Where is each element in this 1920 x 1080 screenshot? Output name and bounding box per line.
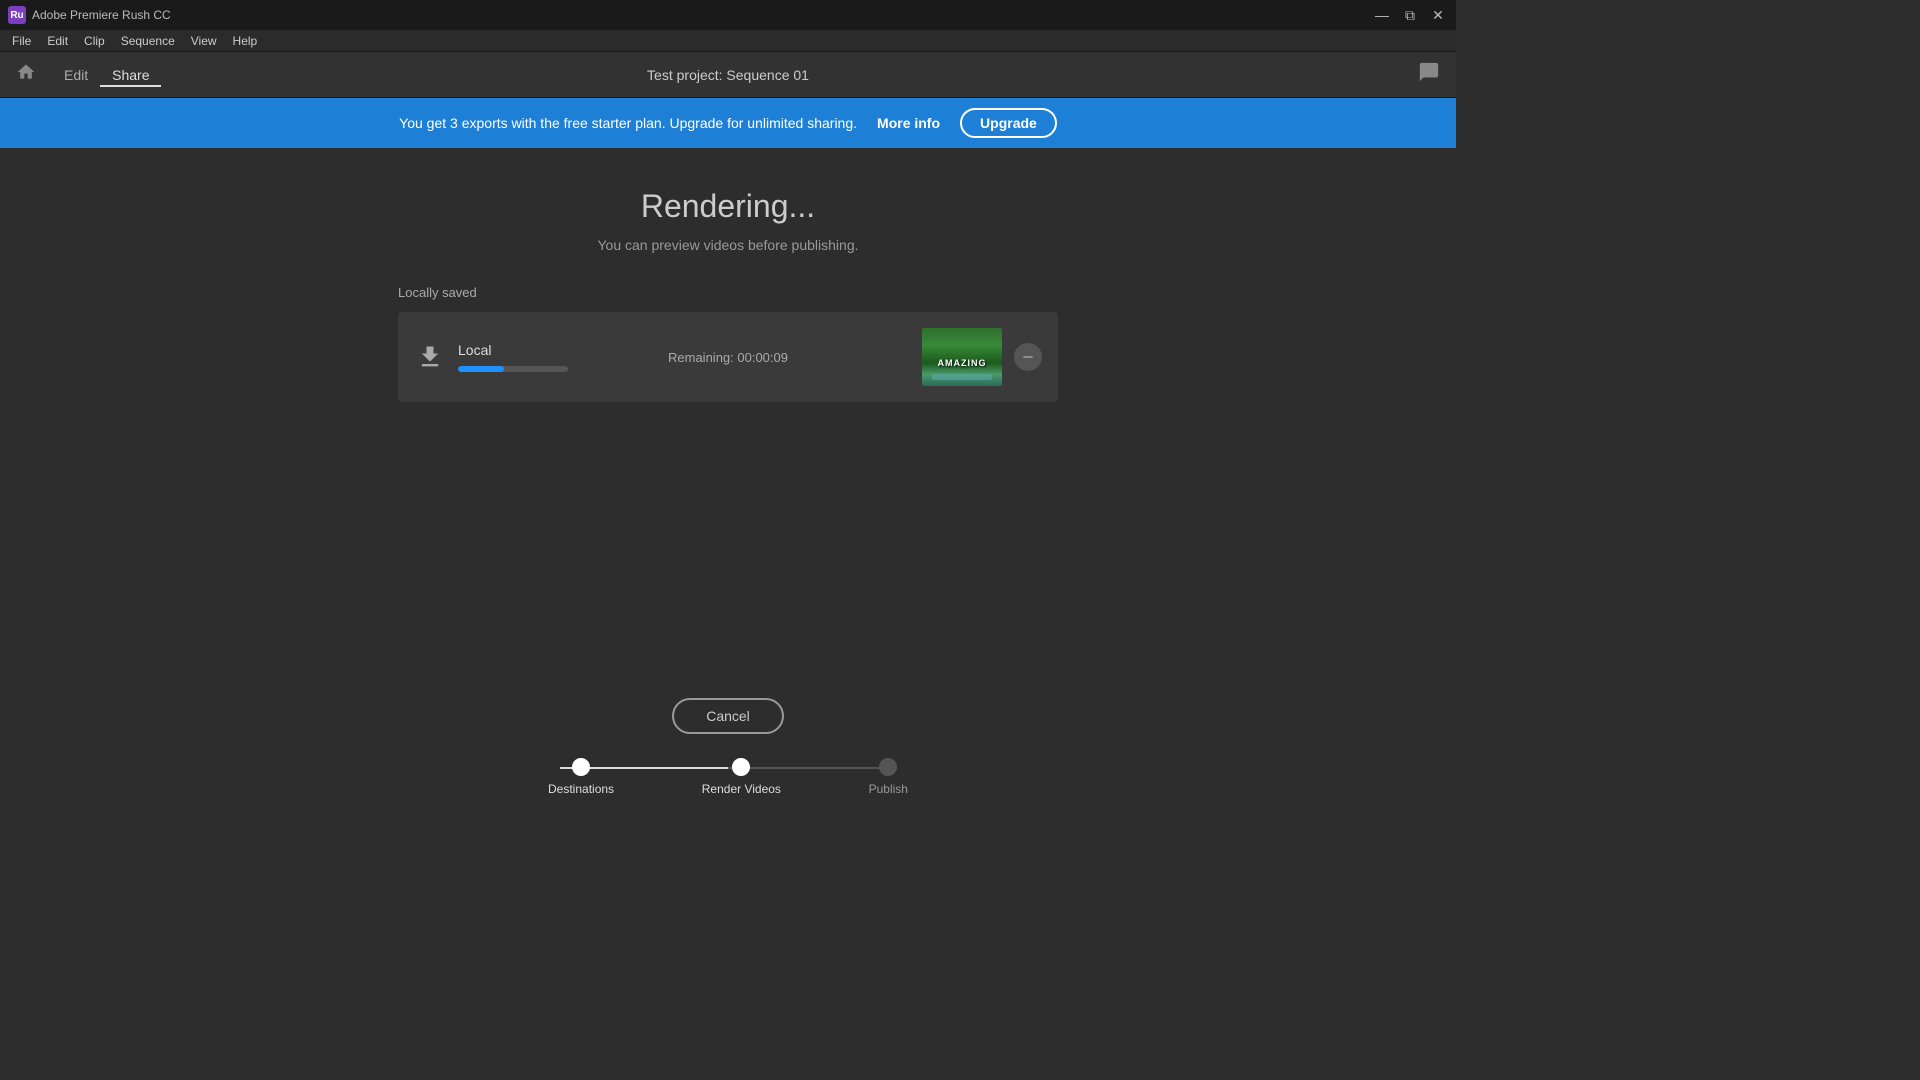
step-render-videos: Render Videos — [702, 758, 781, 796]
main-content: Rendering... You can preview videos befo… — [0, 148, 1456, 816]
app-icon: Ru — [8, 6, 26, 24]
step-label-destinations: Destinations — [548, 782, 614, 796]
video-thumbnail-inner: AMAZING — [922, 328, 1002, 386]
app-title: Adobe Premiere Rush CC — [32, 8, 1372, 22]
chat-button[interactable] — [1418, 61, 1440, 88]
more-info-link[interactable]: More info — [877, 115, 940, 131]
progress-bar-fill — [458, 366, 504, 372]
menu-file[interactable]: File — [4, 32, 39, 50]
step-destinations: Destinations — [548, 758, 614, 796]
minimize-button[interactable]: — — [1372, 5, 1392, 25]
locally-saved-label: Locally saved — [398, 285, 477, 300]
edit-nav-button[interactable]: Edit — [52, 63, 100, 87]
step-label-render-videos: Render Videos — [702, 782, 781, 796]
remove-button[interactable] — [1014, 343, 1042, 371]
menu-sequence[interactable]: Sequence — [113, 32, 183, 50]
top-nav: Edit Share Test project: Sequence 01 — [0, 52, 1456, 98]
window-controls: — ⧉ ✕ — [1372, 5, 1448, 25]
step-publish: Publish — [869, 758, 908, 796]
home-button[interactable] — [16, 62, 36, 87]
render-card: Local Remaining: 00:00:09 AMAZING — [398, 312, 1058, 402]
menu-view[interactable]: View — [183, 32, 225, 50]
menu-clip[interactable]: Clip — [76, 32, 113, 50]
close-button[interactable]: ✕ — [1428, 5, 1448, 25]
title-bar: Ru Adobe Premiere Rush CC — ⧉ ✕ — [0, 0, 1456, 30]
video-thumbnail: AMAZING — [922, 328, 1002, 386]
project-title: Test project: Sequence 01 — [647, 67, 809, 83]
step-label-publish: Publish — [869, 782, 908, 796]
step-dot-render-videos — [732, 758, 750, 776]
rendering-title: Rendering... — [641, 188, 815, 225]
upgrade-banner: You get 3 exports with the free starter … — [0, 98, 1456, 148]
download-icon — [414, 341, 446, 373]
menu-help[interactable]: Help — [225, 32, 266, 50]
step-dot-destinations — [572, 758, 590, 776]
cancel-button[interactable]: Cancel — [672, 698, 784, 734]
step-dot-publish — [879, 758, 897, 776]
steps-container: Destinations Render Videos Publish — [548, 758, 908, 796]
restore-button[interactable]: ⧉ — [1400, 5, 1420, 25]
bottom-area: Cancel Destinations Render Videos Publis… — [0, 698, 1456, 816]
banner-message: You get 3 exports with the free starter … — [399, 115, 857, 131]
menu-edit[interactable]: Edit — [39, 32, 76, 50]
rendering-subtitle: You can preview videos before publishing… — [598, 237, 859, 253]
progress-bar-container — [458, 366, 568, 372]
menu-bar: File Edit Clip Sequence View Help — [0, 30, 1456, 52]
video-label: AMAZING — [938, 358, 987, 368]
share-nav-button[interactable]: Share — [100, 63, 161, 87]
remaining-text: Remaining: 00:00:09 — [668, 350, 788, 365]
upgrade-button[interactable]: Upgrade — [960, 108, 1057, 138]
